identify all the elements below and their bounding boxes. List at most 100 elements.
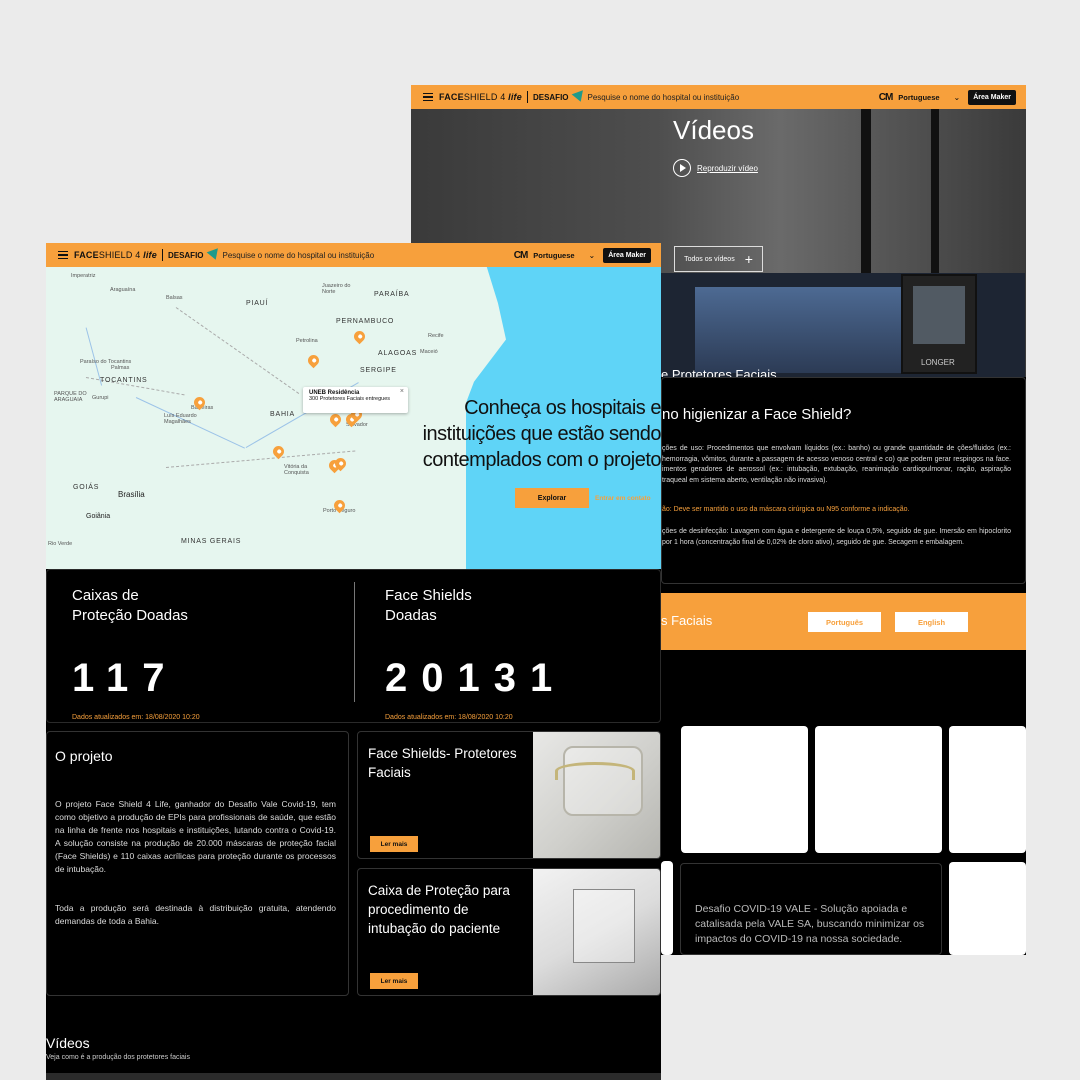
map-label: PARQUE DO ARAGUAIA — [54, 391, 87, 403]
hero-line: instituições que estão sendo — [422, 423, 661, 445]
explorar-button[interactable]: Explorar — [515, 488, 589, 508]
stats-panel: Caixas de Proteção Doadas 117 Dados atual… — [46, 569, 661, 723]
map-label: PERNAMBUCO — [336, 318, 395, 325]
hero-heading: Conheça os hospitais e instituições que … — [391, 395, 661, 473]
header-bar: FACESHIELD 4 life DESAFIO Pesquise o nom… — [411, 85, 1026, 109]
map-label: TOCANTINS — [100, 377, 148, 384]
hygiene-title: no higienizar a Face Shield? — [662, 406, 852, 423]
partner-card[interactable] — [815, 726, 942, 853]
card-title: Face Shields- Protetores Faciais — [368, 746, 517, 780]
map-label: MINAS GERAIS — [181, 538, 242, 545]
map-label: Luís Eduardo Magalhães — [164, 413, 197, 425]
project-title: O projeto — [55, 748, 113, 764]
protetores-heading: e Protetores Faciais — [661, 367, 777, 377]
hygiene-text: ções de uso: Procedimentos que envolvam … — [662, 445, 1011, 484]
map-label: Gurupi — [92, 395, 109, 401]
contact-link[interactable]: Entrar em contato — [595, 495, 651, 502]
hero-line: Conheça os hospitais e — [464, 397, 661, 419]
protection-box-card: Caixa de Proteção para procedimento de i… — [357, 868, 661, 996]
face-shield-image — [533, 732, 660, 858]
cm-logo: CM — [878, 91, 894, 103]
partner-card[interactable] — [661, 861, 673, 955]
hero-line: contemplados com o projeto — [422, 449, 661, 471]
front-browser-window: FACESHIELD 4 life DESAFIO Pesquise o nom… — [46, 243, 661, 1080]
play-video-label[interactable]: Reproduzir vídeo — [697, 164, 758, 173]
hamburger-menu-icon[interactable] — [58, 250, 68, 260]
language-select[interactable]: Portuguese — [898, 93, 939, 102]
printer-panel-image: LONGER — [901, 274, 977, 374]
stat-updated: Dados atualizados em: 18/08/2020 10:20 — [72, 714, 200, 721]
divider — [526, 91, 528, 103]
printer-brand: LONGER — [921, 358, 955, 367]
map[interactable]: Imperatriz Araguaína Balsas PIAUÍ Juazei… — [46, 267, 661, 569]
hygiene-text: ções de desinfecção: Lavagem com água e … — [662, 528, 1011, 546]
partner-card[interactable] — [949, 726, 1026, 853]
flag-icon — [206, 248, 221, 262]
flag-icon — [571, 90, 586, 104]
english-button[interactable]: English — [895, 612, 968, 632]
map-label: PIAUÍ — [246, 300, 269, 307]
card-title: Caixa de Proteção para procedimento de i… — [368, 883, 510, 936]
map-label: Araguaína — [110, 287, 136, 293]
logo[interactable]: FACESHIELD 4 life — [439, 92, 522, 102]
play-video-link[interactable]: Reproduzir vídeo — [673, 159, 758, 177]
read-more-button[interactable]: Ler mais — [370, 973, 418, 989]
map-label: Rio Verde — [48, 541, 73, 547]
search-input[interactable]: Pesquise o nome do hospital ou instituiç… — [588, 93, 740, 102]
map-label: Palmas — [111, 365, 130, 371]
area-maker-button[interactable]: Área Maker — [603, 247, 651, 263]
cm-logo: CM — [513, 249, 529, 261]
logo[interactable]: FACESHIELD 4 life — [74, 250, 157, 260]
plus-icon: + — [744, 251, 753, 267]
map-label: Goiânia — [86, 513, 111, 520]
stat-value: 20131 — [385, 656, 567, 700]
map-label: SERGIPE — [360, 367, 397, 374]
language-select[interactable]: Portuguese — [533, 251, 574, 260]
project-text: O projeto Face Shield 4 Life, ganhador d… — [55, 799, 336, 874]
map-label: Maceió — [420, 349, 438, 355]
search-input[interactable]: Pesquise o nome do hospital ou instituiç… — [223, 251, 375, 260]
acrylic-box-image — [533, 869, 660, 995]
stat-label: Caixas de Proteção Doadas — [72, 587, 188, 624]
hygiene-warning: ão: Deve ser mantido o uso da máscara ci… — [662, 506, 910, 513]
map-label: PARAÍBA — [374, 291, 410, 298]
map-label: GOIÁS — [73, 484, 100, 491]
hamburger-menu-icon[interactable] — [423, 92, 433, 102]
map-label: Imperatriz — [71, 273, 96, 279]
header-bar: FACESHIELD 4 life DESAFIO Pesquise o nom… — [46, 243, 661, 267]
language-strip: s Faciais Português English — [661, 593, 1026, 650]
map-label: ALAGOAS — [378, 350, 418, 357]
desafio-text: Desafio COVID-19 VALE - Solução apoiada … — [695, 903, 925, 945]
map-label: Petrolina — [296, 338, 318, 344]
popup-text: 300 Protetores Faciais entregues — [309, 396, 391, 402]
map-label: BAHIA — [270, 411, 296, 418]
partner-card[interactable] — [681, 726, 808, 853]
desafio-card: Desafio COVID-19 VALE - Solução apoiada … — [680, 863, 942, 955]
area-maker-button[interactable]: Área Maker — [968, 89, 1016, 105]
video-preview[interactable] — [46, 1073, 661, 1080]
chevron-down-icon[interactable]: ⌄ — [589, 251, 596, 260]
stat-value: 117 — [72, 656, 179, 700]
videos-section-title: Vídeos — [46, 1035, 90, 1051]
all-videos-button[interactable]: Todos os vídeos + — [674, 246, 763, 272]
map-label: Vitória da Conquista — [284, 464, 309, 476]
hygiene-card: no higienizar a Face Shield? ções de uso… — [661, 377, 1026, 584]
all-videos-label: Todos os vídeos — [684, 255, 735, 263]
stat-updated: Dados atualizados em: 18/08/2020 10:20 — [385, 714, 513, 721]
read-more-button[interactable]: Ler mais — [370, 836, 418, 852]
videos-title: Vídeos — [673, 115, 754, 145]
desafio-label: DESAFIO — [167, 250, 204, 260]
stat-label: Face Shields Doadas — [385, 587, 472, 624]
shields-stat: Face Shields Doadas 20131 Dados atualizad… — [385, 586, 552, 721]
partner-card[interactable] — [949, 862, 1026, 955]
divider — [161, 249, 163, 261]
project-card: O projeto O projeto Face Shield 4 Life, … — [46, 731, 349, 996]
portugues-button[interactable]: Português — [808, 612, 881, 632]
boxes-stat: Caixas de Proteção Doadas 117 Dados atual… — [72, 586, 222, 721]
play-icon[interactable] — [673, 159, 691, 177]
face-shields-card: Face Shields- Protetores Faciais Ler mai… — [357, 731, 661, 859]
chevron-down-icon[interactable]: ⌄ — [954, 93, 961, 102]
map-label: Juazeiro do Norte — [322, 283, 351, 295]
close-icon[interactable]: × — [400, 388, 404, 395]
map-label: Balsas — [166, 295, 183, 301]
